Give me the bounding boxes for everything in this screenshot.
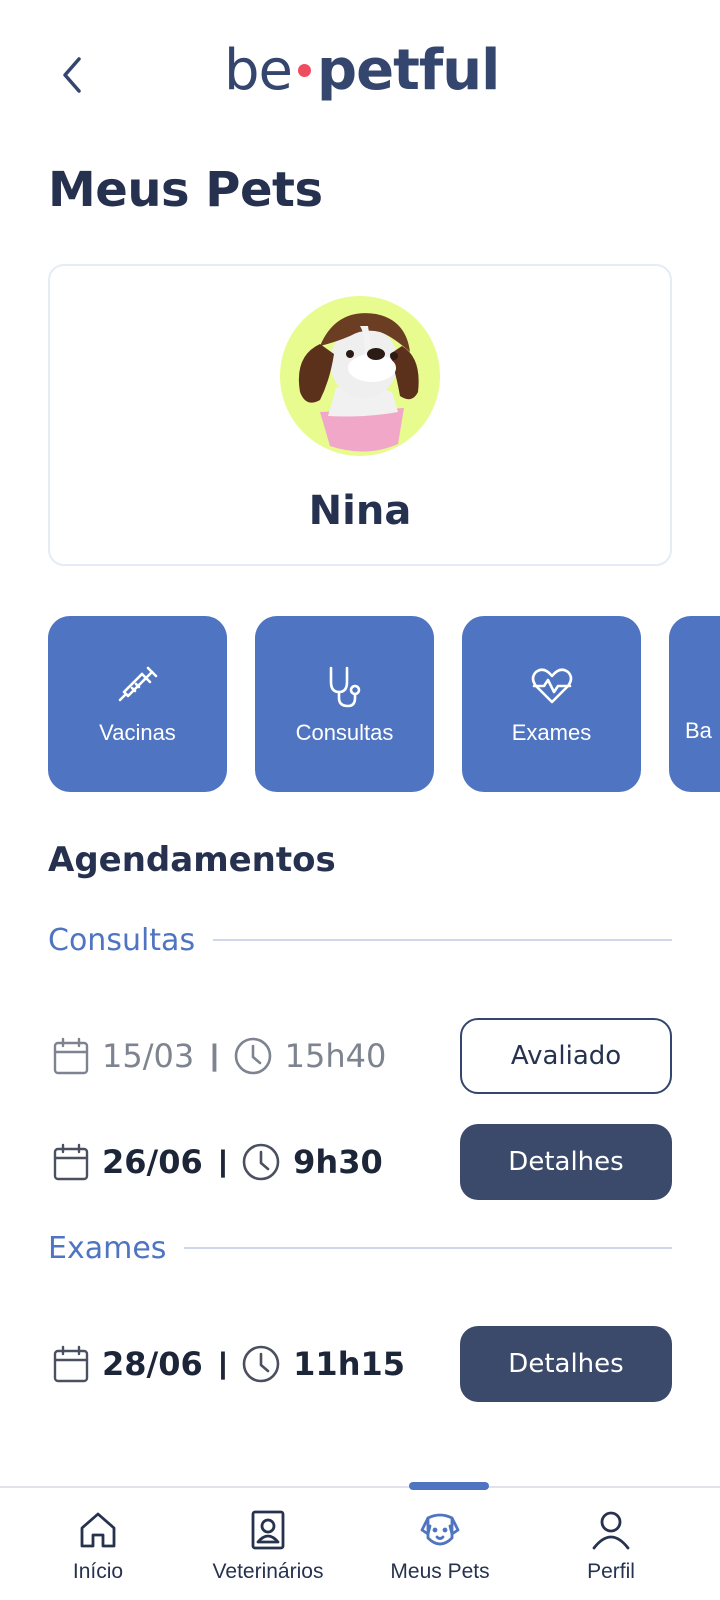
group-header-consultas: Consultas [48,920,672,960]
id-badge-icon [251,1510,285,1550]
calendar-icon [53,1345,89,1383]
appointment-info: 15/03 | 15h40 [52,1018,386,1094]
app-screen: be petful Meus Pets Nina Vacinas Consult… [0,0,720,1600]
evaluated-button[interactable]: Avaliado [460,1018,672,1094]
tile-vacinas[interactable]: Vacinas [48,616,227,792]
appointment-date: 26/06 [102,1143,203,1181]
page-title: Meus Pets [48,162,323,218]
divider [213,939,672,941]
heart-pulse-icon [531,668,572,704]
tile-label: Consultas [295,720,394,745]
appointment-row: 28/06 | 11h15 Detalhes [48,1326,672,1402]
appointment-info: 28/06 | 11h15 [52,1326,405,1402]
tile-exames[interactable]: Exames [462,616,641,792]
appointment-time: 15h40 [284,1037,387,1075]
logo-main: petful [317,38,500,103]
nav-label: Perfil [587,1560,635,1583]
home-icon [80,1512,116,1548]
syringe-icon [118,666,157,702]
bottom-nav: Início Veterinários Meus Pets Perfil [0,1482,720,1600]
appointment-row: 26/06 | 9h30 Detalhes [48,1124,672,1200]
logo-prefix: be [224,38,293,103]
appointment-date: 15/03 [102,1037,195,1075]
tile-consultas[interactable]: Consultas [255,616,434,792]
pet-name: Nina [308,488,412,534]
calendar-icon [53,1037,89,1075]
nav-item-inicio[interactable]: Início [52,1488,144,1600]
clock-icon [242,1143,280,1181]
pet-card[interactable]: Nina [48,264,672,566]
dog-photo [298,313,419,452]
pet-avatar [280,296,440,456]
appointment-time: 11h15 [293,1345,405,1383]
clock-icon [242,1345,280,1383]
nav-item-meus-pets[interactable]: Meus Pets [386,1488,494,1600]
separator: | [218,1145,228,1178]
divider [184,1247,672,1249]
nav-label: Início [72,1560,124,1583]
details-button[interactable]: Detalhes [460,1124,672,1200]
nav-item-perfil[interactable]: Perfil [570,1488,652,1600]
tile-partial[interactable]: Ba [669,616,720,792]
details-button[interactable]: Detalhes [460,1326,672,1402]
category-tiles: Vacinas Consultas Exames Ba [48,616,720,792]
nav-item-veterinarios[interactable]: Veterinários [206,1488,330,1600]
calendar-icon [53,1143,89,1181]
nav-label: Veterinários [212,1560,324,1583]
chevron-left-icon [63,57,81,93]
group-header-exames: Exames [48,1228,672,1268]
clock-icon [234,1037,271,1075]
tile-label: Exames [511,720,592,745]
app-logo: be petful [224,38,500,108]
back-button[interactable] [50,48,94,102]
group-label: Consultas [48,922,196,958]
user-icon [592,1511,630,1550]
tile-label: Ba [685,718,712,743]
dog-icon [420,1513,460,1546]
appointment-time: 9h30 [293,1143,383,1181]
separator: | [210,1039,219,1072]
nav-label: Meus Pets [390,1560,490,1583]
appointment-date: 28/06 [102,1345,203,1383]
group-label: Exames [48,1230,167,1266]
tile-label: Vacinas [99,720,176,745]
appointment-info: 26/06 | 9h30 [52,1124,383,1200]
logo-dot [298,64,311,77]
appointments-title: Agendamentos [48,840,336,880]
stethoscope-icon [329,666,360,708]
appointment-row: 15/03 | 15h40 Avaliado [48,1018,672,1094]
separator: | [218,1347,228,1380]
